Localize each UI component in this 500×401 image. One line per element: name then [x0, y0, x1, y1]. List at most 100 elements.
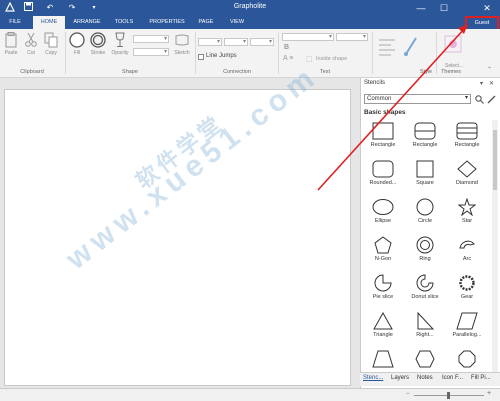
- search-icon[interactable]: [475, 95, 484, 104]
- shape-square[interactable]: Square: [405, 157, 445, 195]
- connector-end-dropdown[interactable]: [250, 38, 274, 46]
- rounded-square-icon: [372, 160, 394, 178]
- opacity-button[interactable]: Opacity: [109, 32, 131, 56]
- bold-icon[interactable]: B: [284, 44, 289, 51]
- stencil-category-title: Basic shapes: [364, 109, 406, 116]
- rounded-rectangle-icon: [414, 122, 436, 140]
- connector-start-dropdown[interactable]: [224, 38, 248, 46]
- font-size-dropdown[interactable]: [336, 33, 368, 41]
- status-bar: − +: [0, 388, 500, 401]
- edit-pen-icon[interactable]: [487, 95, 496, 104]
- fill-circle-icon: [69, 32, 85, 48]
- shape-star[interactable]: Star: [447, 195, 487, 233]
- sketch-button[interactable]: Sketch: [172, 32, 192, 56]
- shape-rounded-square[interactable]: Rounded...: [363, 157, 403, 195]
- shape-donut-slice[interactable]: Donut slice: [405, 271, 445, 309]
- shape-pie-slice[interactable]: Pie slice: [363, 271, 403, 309]
- stencil-library-dropdown[interactable]: Common: [364, 94, 471, 104]
- tab-fill-picker[interactable]: Fill Pi...: [471, 375, 491, 381]
- cut-button[interactable]: Cut: [23, 32, 39, 56]
- tab-tools[interactable]: TOOLS: [110, 16, 138, 29]
- paste-button[interactable]: Paste: [3, 32, 19, 56]
- wine-glass-icon: [115, 32, 125, 47]
- tab-icon-fonts[interactable]: Icon F...: [442, 375, 463, 381]
- themes-button[interactable]: [443, 34, 463, 54]
- stencil-scrollbar[interactable]: [492, 120, 498, 376]
- ellipse-icon: [372, 199, 394, 215]
- shape-ellipse[interactable]: Ellipse: [363, 195, 403, 233]
- shape-arc[interactable]: Arc: [447, 233, 487, 271]
- shape-ring[interactable]: Ring: [405, 233, 445, 271]
- connection-group-label: Connection: [223, 69, 251, 75]
- stencil-library-value: Common: [367, 96, 392, 102]
- scrollbar-thumb[interactable]: [493, 130, 497, 190]
- gear-icon: [459, 275, 475, 291]
- stroke-button[interactable]: Stroke: [88, 32, 108, 56]
- inside-shape-label[interactable]: Inside shape: [316, 56, 347, 62]
- ribbon-tab-bar: FILE HOME ARRANGE TOOLS PROPERTIES PAGE …: [0, 16, 500, 31]
- shape-parallelogram[interactable]: Parallelog...: [447, 309, 487, 347]
- fill-button[interactable]: Fill: [68, 32, 86, 56]
- shape-n-gon[interactable]: N-Gon: [363, 233, 403, 271]
- account-guest-button[interactable]: Guest: [465, 16, 499, 31]
- shape-label: Pie slice: [372, 294, 394, 300]
- collapse-ribbon-icon[interactable]: ⌃: [487, 66, 492, 73]
- pin-icon[interactable]: ▾: [480, 80, 483, 87]
- shape-rounded-rectangle[interactable]: Rectangle: [405, 119, 445, 157]
- shape-trapezoid[interactable]: [363, 347, 403, 374]
- pentagon-icon: [374, 236, 392, 254]
- shape-circle[interactable]: Circle: [405, 195, 445, 233]
- divider: [278, 32, 279, 74]
- square-icon: [416, 160, 434, 178]
- tab-properties[interactable]: PROPERTIES: [144, 16, 190, 29]
- table-rectangle-icon: [456, 122, 478, 140]
- align-icons[interactable]: [378, 37, 396, 57]
- maximize-icon[interactable]: ☐: [433, 0, 455, 16]
- close-panel-icon[interactable]: ✕: [489, 80, 494, 87]
- stroke-circle-icon: [90, 32, 106, 48]
- zoom-slider-thumb[interactable]: [447, 392, 450, 399]
- zoom-out-icon[interactable]: −: [406, 391, 410, 397]
- shape-gear[interactable]: Gear: [447, 271, 487, 309]
- shape-rectangle[interactable]: Rectangle: [363, 119, 403, 157]
- font-family-dropdown[interactable]: [282, 33, 334, 41]
- shape-hexagon[interactable]: [405, 347, 445, 374]
- connector-type-dropdown[interactable]: [198, 38, 222, 46]
- divider: [436, 32, 437, 74]
- tab-arrange[interactable]: ARRANGE: [70, 16, 104, 29]
- shape-style-dropdown-2[interactable]: [133, 48, 169, 56]
- text-align-icon[interactable]: A ≡: [283, 55, 293, 62]
- shape-label: Ellipse: [374, 218, 392, 224]
- shape-style-dropdown-1[interactable]: [133, 35, 169, 43]
- shape-label: Rounded...: [369, 180, 397, 186]
- parallelogram-icon: [456, 312, 478, 330]
- opacity-label: Opacity: [111, 50, 129, 56]
- ring-icon: [416, 236, 434, 254]
- shape-label: Square: [416, 180, 434, 186]
- minimize-icon[interactable]: —: [410, 0, 432, 16]
- shape-label: Right...: [416, 332, 434, 338]
- tab-view[interactable]: VIEW: [224, 16, 250, 29]
- shape-octagon[interactable]: [447, 347, 487, 374]
- line-jumps-checkbox[interactable]: [198, 54, 204, 60]
- tab-stencils[interactable]: Stenc...: [363, 375, 383, 381]
- star-icon: [458, 198, 476, 216]
- shape-right-triangle[interactable]: Right...: [405, 309, 445, 347]
- close-icon[interactable]: ✕: [476, 0, 498, 16]
- zoom-in-icon[interactable]: +: [487, 390, 491, 397]
- shape-label: Rectangle: [412, 142, 438, 148]
- sketch-icon: [175, 34, 189, 46]
- shape-triangle[interactable]: Triangle: [363, 309, 403, 347]
- copy-button[interactable]: Copy: [43, 32, 59, 56]
- tab-layers[interactable]: Layers: [391, 375, 409, 381]
- align-lines-icon: [379, 39, 395, 56]
- brush-button[interactable]: [403, 35, 419, 57]
- scissors-icon: [25, 32, 37, 47]
- tab-file[interactable]: FILE: [4, 16, 26, 29]
- shape-table-rectangle[interactable]: Rectangle: [447, 119, 487, 157]
- shape-diamond[interactable]: Diamond: [447, 157, 487, 195]
- tab-home[interactable]: HOME: [33, 16, 65, 29]
- tab-notes[interactable]: Notes: [417, 375, 433, 381]
- tab-page[interactable]: PAGE: [194, 16, 218, 29]
- shape-label: Rectangle: [454, 142, 480, 148]
